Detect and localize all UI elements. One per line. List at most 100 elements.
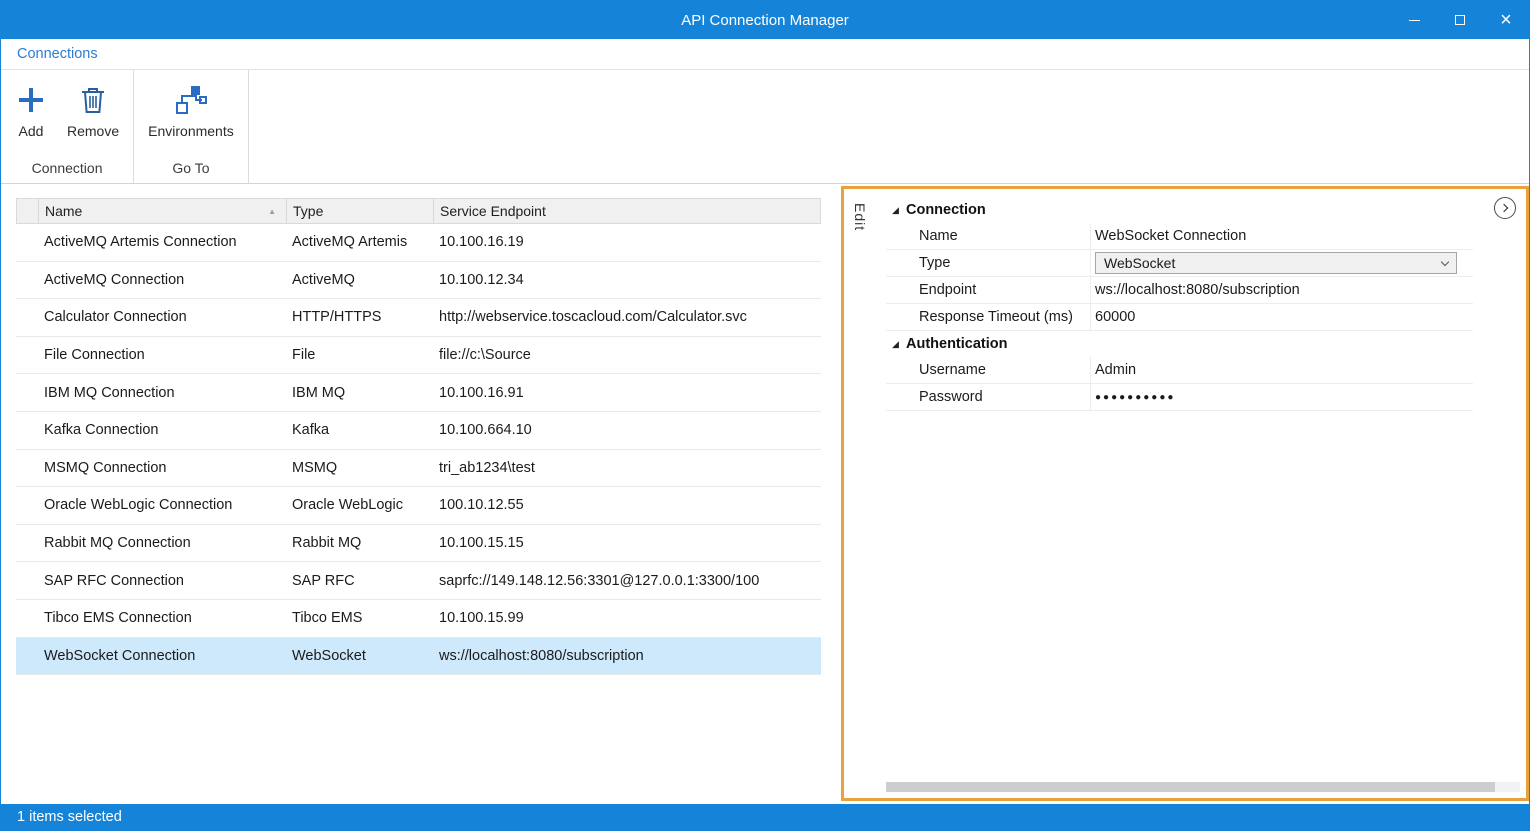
cell-type: WebSocket [286, 648, 433, 664]
cell-name: WebSocket Connection [38, 648, 286, 664]
cell-endpoint: 10.100.16.19 [433, 234, 821, 250]
table-row[interactable]: Calculator Connection HTTP/HTTPS http://… [16, 299, 821, 337]
property-row[interactable]: Password ●●●●●●●●●● [886, 384, 1473, 411]
connections-table: Name ▲ Type Service Endpoint ActiveMQ Ar… [16, 198, 821, 675]
field-value-cell: 60000 [1091, 304, 1473, 330]
minimize-icon [1409, 20, 1420, 21]
sort-ascending-icon: ▲ [268, 207, 276, 216]
cell-name: Calculator Connection [38, 309, 286, 325]
header-name[interactable]: Name ▲ [39, 199, 287, 223]
goto-group-buttons: Environments [134, 70, 248, 153]
field-value-cell: WebSocket Connection [1091, 223, 1473, 249]
add-button-label: Add [19, 123, 44, 139]
cell-endpoint: saprfc://149.148.12.56:3301@127.0.0.1:33… [433, 573, 821, 589]
table-row[interactable]: MSMQ Connection MSMQ tri_ab1234\test [16, 450, 821, 488]
property-group-header[interactable]: ◢ Connection [886, 197, 1473, 223]
table-row[interactable]: ActiveMQ Artemis Connection ActiveMQ Art… [16, 224, 821, 262]
field-value-cell: Admin [1091, 357, 1473, 383]
scrollbar-thumb[interactable] [886, 782, 1495, 792]
horizontal-scrollbar[interactable] [886, 782, 1520, 792]
app-window: API Connection Manager × Connections Add [0, 0, 1530, 831]
cell-name: Oracle WebLogic Connection [38, 497, 286, 513]
field-value[interactable]: WebSocket Connection [1095, 228, 1246, 244]
cell-name: Kafka Connection [38, 422, 286, 438]
remove-icon [77, 80, 109, 120]
field-value-cell: WebSocket [1091, 250, 1473, 276]
property-row[interactable]: Response Timeout (ms) 60000 [886, 304, 1473, 331]
cell-type: IBM MQ [286, 385, 433, 401]
field-value[interactable]: 60000 [1095, 309, 1135, 325]
table-row[interactable]: IBM MQ Connection IBM MQ 10.100.16.91 [16, 374, 821, 412]
cell-name: MSMQ Connection [38, 460, 286, 476]
field-label: Username [886, 357, 1091, 383]
cell-endpoint: tri_ab1234\test [433, 460, 821, 476]
table-row[interactable]: File Connection File file://c:\Source [16, 337, 821, 375]
property-row[interactable]: Endpoint ws://localhost:8080/subscriptio… [886, 277, 1473, 304]
cell-type: Kafka [286, 422, 433, 438]
header-selector-cell[interactable] [17, 199, 39, 223]
cell-endpoint: 10.100.12.34 [433, 272, 821, 288]
field-value[interactable]: ●●●●●●●●●● [1095, 392, 1175, 403]
tab-connections[interactable]: Connections [17, 46, 98, 62]
property-row[interactable]: Name WebSocket Connection [886, 223, 1473, 250]
cell-endpoint: 10.100.16.91 [433, 385, 821, 401]
cell-endpoint: 10.100.15.15 [433, 535, 821, 551]
header-type[interactable]: Type [287, 199, 434, 223]
cell-type: Rabbit MQ [286, 535, 433, 551]
cell-name: SAP RFC Connection [38, 573, 286, 589]
cell-endpoint: 100.10.12.55 [433, 497, 821, 513]
ribbon-group-label-goto: Go To [134, 153, 248, 183]
cell-endpoint: 10.100.664.10 [433, 422, 821, 438]
field-value-cell: ●●●●●●●●●● [1091, 384, 1473, 410]
table-row[interactable]: Rabbit MQ Connection Rabbit MQ 10.100.15… [16, 525, 821, 563]
cell-name: Rabbit MQ Connection [38, 535, 286, 551]
property-row[interactable]: Type WebSocket [886, 250, 1473, 277]
table-row[interactable]: Oracle WebLogic Connection Oracle WebLog… [16, 487, 821, 525]
cell-type: HTTP/HTTPS [286, 309, 433, 325]
cell-endpoint: 10.100.15.99 [433, 610, 821, 626]
cell-type: SAP RFC [286, 573, 433, 589]
property-grid: ◢ Connection Name WebSocket Connection T… [886, 197, 1473, 411]
field-label: Response Timeout (ms) [886, 304, 1091, 330]
ribbon-tab-row: Connections [1, 39, 1529, 70]
field-value[interactable]: Admin [1095, 362, 1136, 378]
table-row[interactable]: Tibco EMS Connection Tibco EMS 10.100.15… [16, 600, 821, 638]
connection-table-body: ActiveMQ Artemis Connection ActiveMQ Art… [16, 224, 821, 675]
header-endpoint[interactable]: Service Endpoint [434, 199, 820, 223]
field-label: Name [886, 223, 1091, 249]
field-value[interactable]: ws://localhost:8080/subscription [1095, 282, 1300, 298]
table-row[interactable]: WebSocket Connection WebSocket ws://loca… [16, 638, 821, 676]
group-expander-icon[interactable]: ◢ [892, 339, 906, 350]
cell-endpoint: file://c:\Source [433, 347, 821, 363]
minimize-button[interactable] [1391, 1, 1437, 39]
remove-button[interactable]: Remove [57, 78, 129, 141]
header-type-label: Type [293, 203, 323, 219]
edit-panel: Edit ◢ Connection Name WebSocket Connect… [841, 186, 1529, 801]
chevron-down-icon [1441, 257, 1449, 265]
table-row[interactable]: SAP RFC Connection SAP RFC saprfc://149.… [16, 562, 821, 600]
property-group-header[interactable]: ◢ Authentication [886, 331, 1473, 357]
cell-type: ActiveMQ Artemis [286, 234, 433, 250]
close-button[interactable]: × [1483, 1, 1529, 39]
field-value-cell: ws://localhost:8080/subscription [1091, 277, 1473, 303]
collapse-panel-button[interactable] [1494, 197, 1516, 219]
field-combobox[interactable]: WebSocket [1095, 252, 1457, 274]
cell-type: Tibco EMS [286, 610, 433, 626]
property-row[interactable]: Username Admin [886, 357, 1473, 384]
close-icon: × [1500, 10, 1512, 30]
cell-endpoint: ws://localhost:8080/subscription [433, 648, 821, 664]
environments-button[interactable]: Environments [138, 78, 244, 141]
cell-name: ActiveMQ Artemis Connection [38, 234, 286, 250]
add-button[interactable]: Add [5, 78, 57, 141]
cell-type: Oracle WebLogic [286, 497, 433, 513]
cell-type: ActiveMQ [286, 272, 433, 288]
maximize-button[interactable] [1437, 1, 1483, 39]
table-row[interactable]: Kafka Connection Kafka 10.100.664.10 [16, 412, 821, 450]
edit-tab[interactable]: Edit [852, 203, 868, 231]
add-icon [15, 80, 47, 120]
table-header: Name ▲ Type Service Endpoint [16, 198, 821, 224]
group-expander-icon[interactable]: ◢ [892, 205, 906, 216]
table-row[interactable]: ActiveMQ Connection ActiveMQ 10.100.12.3… [16, 262, 821, 300]
field-label: Type [886, 250, 1091, 276]
chevron-right-icon [1500, 204, 1508, 212]
